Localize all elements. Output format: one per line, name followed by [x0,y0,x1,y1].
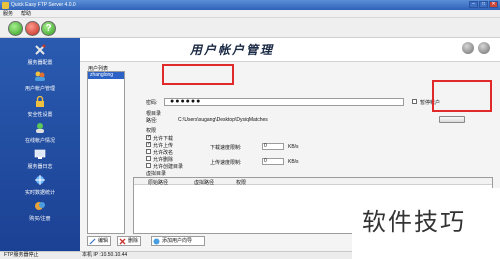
sidebar-item-label: 实时数据统计 [24,190,55,196]
permissions-label: 权限 [146,128,157,134]
perm-mkdir-checkbox[interactable] [146,163,151,168]
perm-upload-label: 允许上传 [153,143,174,149]
online-users-icon [36,123,44,133]
app-icon [2,1,9,9]
server-status: FTP服务器停止 [4,252,39,258]
perm-upload-checkbox[interactable] [146,141,151,147]
password-field[interactable]: ●●●●●● [164,98,404,106]
menu-service[interactable]: 服务 [3,10,13,17]
perm-download-label: 允许下载 [153,136,174,142]
start-server-button[interactable] [8,21,23,36]
sidebar-item-label: 购买/注册 [29,216,51,222]
add-user-icon[interactable] [462,42,474,54]
browse-button[interactable] [439,116,465,123]
sidebar-item-log[interactable]: 服务器日志 [0,146,80,172]
browse-highlight-box [432,80,492,112]
register-icon [35,202,45,210]
watermark-panel: 软件技巧 [352,188,500,259]
sidebar-item-label: 用户帐户管理 [24,86,55,92]
stop-server-button[interactable] [25,21,40,36]
perm-download-checkbox[interactable] [146,134,151,140]
password-highlight-box [162,64,234,85]
sidebar-item-security[interactable]: 安全性设置 [0,94,80,120]
col-original-path[interactable]: 原始路径 [148,179,168,186]
list-item[interactable]: zhanglong [88,72,124,79]
delete-button[interactable]: 删除 [117,236,141,246]
menu-bar: 服务 帮助 [0,10,500,18]
log-icon [34,149,46,159]
perm-rename-checkbox[interactable] [146,149,151,154]
col-virtual-path[interactable]: 虚拟路径 [194,179,214,186]
users-icon [35,71,45,81]
watermark-text: 软件技巧 [362,208,466,236]
perm-delete-checkbox[interactable] [146,156,151,161]
maximize-button[interactable]: □ [479,1,488,8]
add-user-wizard-button[interactable]: 添加用户向导 [151,236,205,246]
table-header: 原始路径 虚拟路径 权限 [134,178,492,186]
sidebar-item-server-config[interactable]: 服务器配置 [0,42,80,68]
user-list[interactable]: zhanglong [87,71,125,234]
col-permission[interactable]: 权限 [236,179,246,186]
download-limit-label: 下载速度限制: [210,145,242,151]
window-title: Quick Easy FTP Server 4.0.0 [11,2,76,8]
root-dir-label: 根目录 [146,111,162,117]
sidebar-item-register[interactable]: 购买/注册 [0,198,80,224]
tools-icon [35,44,46,55]
sidebar-item-online[interactable]: 在线帐户情况 [0,120,80,146]
edit-button[interactable]: 编辑 [87,236,111,246]
download-limit-input[interactable]: 0 [262,143,284,150]
help-button[interactable]: ? [41,21,56,36]
upload-unit: KB/s [288,159,299,165]
root-path-label: 路径: [146,118,158,124]
virtual-dir-label: 虚拟目录 [146,171,167,177]
delete-icon [119,238,126,245]
sidebar-item-user-accounts[interactable]: 用户帐户管理 [0,68,80,94]
header-band: 用户帐户管理 [80,38,500,62]
close-button[interactable]: ✕ [489,1,498,8]
upload-limit-input[interactable]: 0 [262,158,284,165]
add-user-icon [153,238,160,245]
sidebar-item-stats[interactable]: 实时数据统计 [0,172,80,198]
local-ip: 本机 IP :10.50.10.44 [82,252,128,258]
download-unit: KB/s [288,144,299,150]
page-title: 用户帐户管理 [190,43,275,57]
user-settings-icon[interactable] [478,42,490,54]
sidebar-item-label: 在线帐户情况 [24,138,55,144]
sidebar-item-label: 服务器配置 [27,60,53,66]
minimize-button[interactable]: – [469,1,478,8]
title-bar: Quick Easy FTP Server 4.0.0 – □ ✕ [0,0,500,10]
toolbar: ? [0,18,500,38]
disable-account-checkbox[interactable] [412,99,417,104]
password-label: 密码: [146,100,158,106]
stats-icon [35,175,45,185]
upload-limit-label: 上传速度限制: [210,160,242,166]
sidebar-item-label: 服务器日志 [27,164,53,170]
sidebar: 服务器配置 用户帐户管理 安全性设置 在线帐户情况 服务器日志 实时数据统计 购… [0,38,80,251]
edit-icon [89,238,96,245]
root-path-field[interactable]: C:\Users\sugang\Desktop\DysiqMatches [178,116,406,124]
perm-mkdir-label: 允许创建目录 [153,164,184,170]
sidebar-item-label: 安全性设置 [27,112,53,118]
lock-icon [36,96,44,107]
perm-delete-label: 允许删除 [153,157,174,163]
menu-help[interactable]: 帮助 [21,10,31,17]
perm-rename-label: 允许改名 [153,150,174,156]
